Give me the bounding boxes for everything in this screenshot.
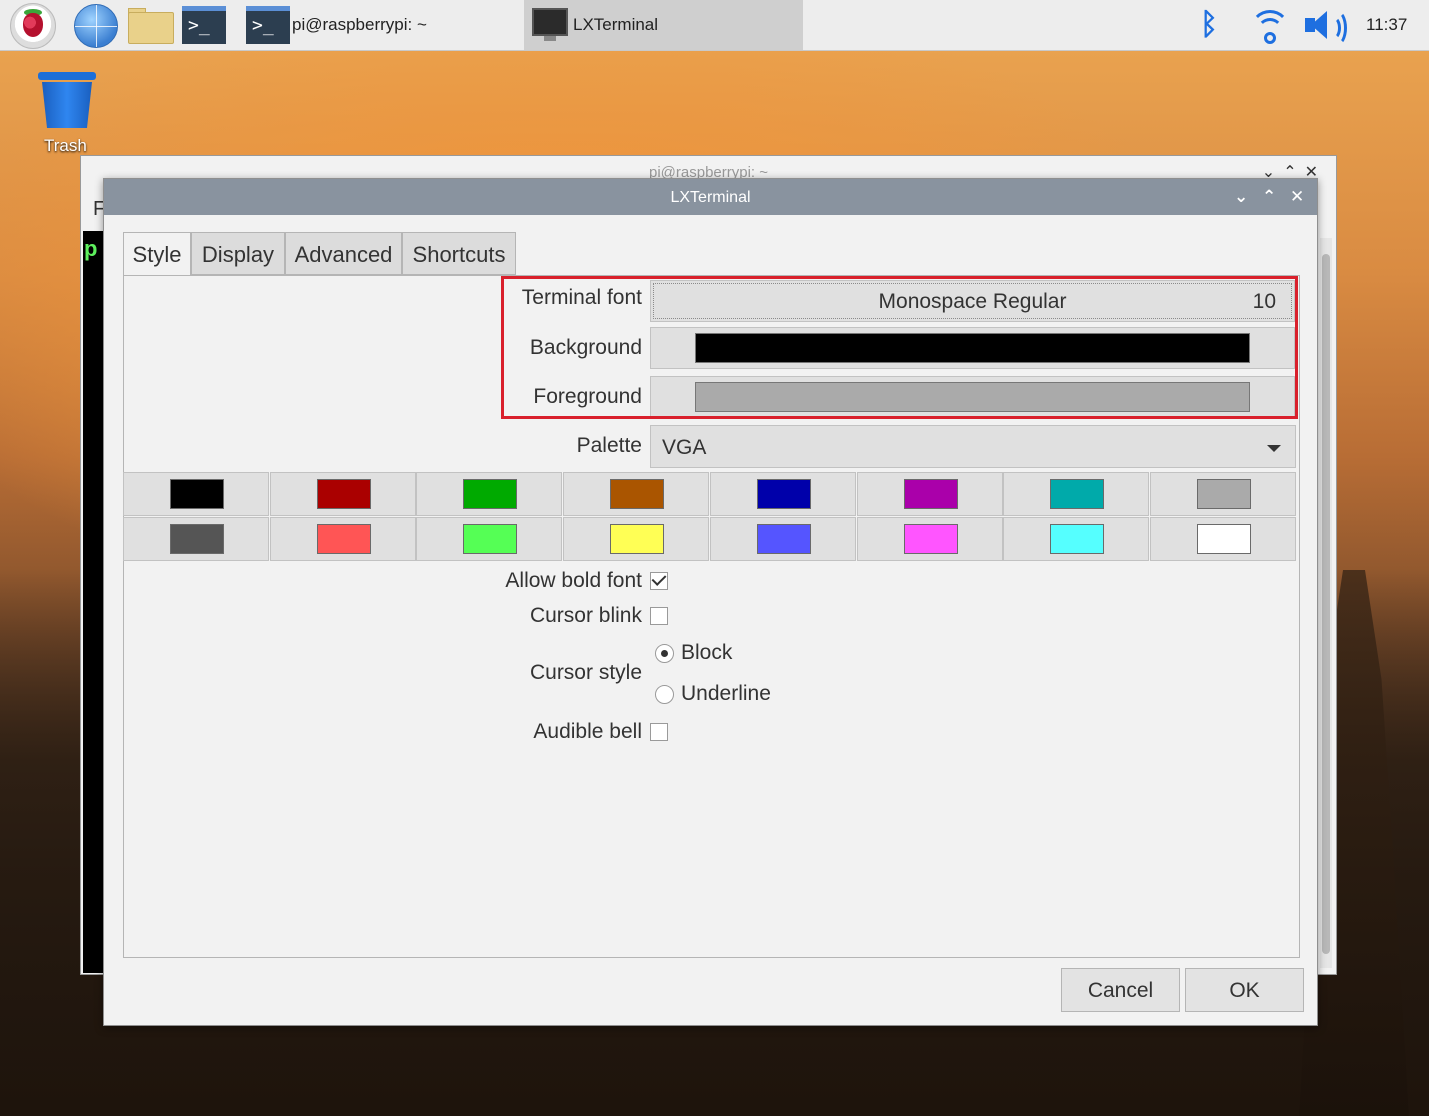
palette-color-button[interactable] <box>709 472 856 516</box>
palette-color-swatch <box>1050 479 1105 509</box>
preferences-dialog: LXTerminal ⌄ ⌃ ✕ Style Display Advanced … <box>103 178 1318 1026</box>
file-manager-icon[interactable] <box>128 8 174 44</box>
taskbar-item-label: LXTerminal <box>573 15 659 34</box>
palette-color-swatch <box>1050 524 1105 554</box>
ok-button[interactable]: OK <box>1185 968 1304 1012</box>
palette-color-swatch <box>756 524 811 554</box>
palette-color-swatch <box>1196 479 1251 509</box>
bluetooth-icon[interactable]: ᛒ <box>1200 8 1218 42</box>
taskbar-item-label: pi@raspberrypi: ~ <box>292 15 427 34</box>
palette-select[interactable]: VGA <box>650 425 1296 468</box>
clock[interactable]: 11:37 <box>1366 15 1407 35</box>
palette-color-swatch <box>170 524 224 554</box>
volume-icon[interactable] <box>1303 8 1347 46</box>
palette-color-swatch <box>903 479 958 509</box>
palette-color-button[interactable] <box>709 517 856 561</box>
trash-desktop-icon[interactable]: Trash <box>36 70 100 160</box>
palette-color-swatch <box>756 479 811 509</box>
tab-advanced[interactable]: Advanced <box>285 232 402 275</box>
palette-color-button[interactable] <box>1003 517 1150 561</box>
cursor-block-label: Block <box>681 641 733 664</box>
palette-color-swatch <box>316 524 371 554</box>
taskbar: >_ >_ pi@raspberrypi: ~ LXTerminal ᛒ 11:… <box>0 0 1429 51</box>
palette-color-button[interactable] <box>856 517 1003 561</box>
terminal-area[interactable] <box>83 231 103 973</box>
cancel-button[interactable]: Cancel <box>1061 968 1180 1012</box>
sound-wave-icon <box>1327 10 1347 46</box>
palette-color-grid <box>123 472 1297 562</box>
cursor-style-label: Cursor style <box>529 661 642 684</box>
palette-color-button[interactable] <box>563 472 710 516</box>
palette-color-button[interactable] <box>123 472 269 516</box>
palette-color-button[interactable] <box>1149 517 1296 561</box>
cursor-underline-radio[interactable] <box>655 685 674 704</box>
raspberry-berry-icon <box>23 13 43 37</box>
palette-color-button[interactable] <box>269 472 416 516</box>
chevron-down-icon <box>1267 445 1281 452</box>
highlight-box <box>501 276 1298 419</box>
web-browser-icon[interactable] <box>74 4 118 48</box>
cursor-blink-label: Cursor blink <box>529 604 642 627</box>
palette-color-button[interactable] <box>563 517 710 561</box>
palette-color-button[interactable] <box>123 517 269 561</box>
trash-can-icon <box>42 82 92 128</box>
palette-color-button[interactable] <box>416 517 563 561</box>
palette-color-swatch <box>463 479 518 509</box>
palette-color-button[interactable] <box>1149 472 1296 516</box>
palette-color-button[interactable] <box>269 517 416 561</box>
dialog-title: LXTerminal <box>670 189 751 206</box>
palette-color-button[interactable] <box>1003 472 1150 516</box>
palette-color-swatch <box>610 524 665 554</box>
terminal-icon: >_ <box>246 6 290 44</box>
tab-style[interactable]: Style <box>123 232 191 277</box>
audible-bell-label: Audible bell <box>533 720 642 743</box>
folder-icon <box>128 12 174 44</box>
allow-bold-label: Allow bold font <box>505 569 642 592</box>
cursor-blink-checkbox[interactable] <box>650 607 668 625</box>
taskbar-item-terminal[interactable]: >_ pi@raspberrypi: ~ <box>244 4 514 46</box>
palette-color-button[interactable] <box>856 472 1003 516</box>
maximize-icon[interactable]: ⌃ <box>1262 187 1276 207</box>
trash-label: Trash <box>44 136 87 155</box>
taskbar-item-lxterminal[interactable]: LXTerminal <box>524 0 803 50</box>
wifi-icon[interactable] <box>1250 8 1290 44</box>
scrollbar[interactable] <box>1320 238 1332 968</box>
palette-color-swatch <box>610 479 665 509</box>
trash-icon <box>38 72 96 80</box>
window-title: pi@raspberrypi: ~ <box>648 164 769 180</box>
monitor-icon <box>532 8 568 41</box>
radio-dot <box>661 650 668 657</box>
terminal-icon[interactable]: >_ <box>182 6 226 44</box>
palette-value: VGA <box>662 436 707 459</box>
close-icon[interactable]: ✕ <box>1290 187 1304 207</box>
audible-bell-checkbox[interactable] <box>650 723 668 741</box>
dialog-title-bar[interactable]: LXTerminal ⌄ ⌃ ✕ <box>104 179 1317 215</box>
palette-color-swatch <box>170 479 224 509</box>
scrollbar-thumb[interactable] <box>1322 254 1330 954</box>
cursor-block-radio[interactable] <box>655 644 674 663</box>
check-icon <box>651 571 667 586</box>
raspberry-menu-icon[interactable] <box>10 3 56 49</box>
palette-color-button[interactable] <box>416 472 563 516</box>
cursor-underline-label: Underline <box>681 682 771 705</box>
palette-color-swatch <box>903 524 958 554</box>
allow-bold-checkbox[interactable] <box>650 571 668 590</box>
minimize-icon[interactable]: ⌄ <box>1234 187 1248 207</box>
wifi-dot <box>1264 32 1276 44</box>
palette-color-swatch <box>463 524 518 554</box>
tab-display[interactable]: Display <box>191 232 285 275</box>
palette-label: Palette <box>576 434 642 457</box>
tab-shortcuts[interactable]: Shortcuts <box>402 232 516 275</box>
palette-color-swatch <box>316 479 371 509</box>
palette-color-swatch <box>1196 524 1251 554</box>
terminal-prompt: p <box>84 236 98 261</box>
